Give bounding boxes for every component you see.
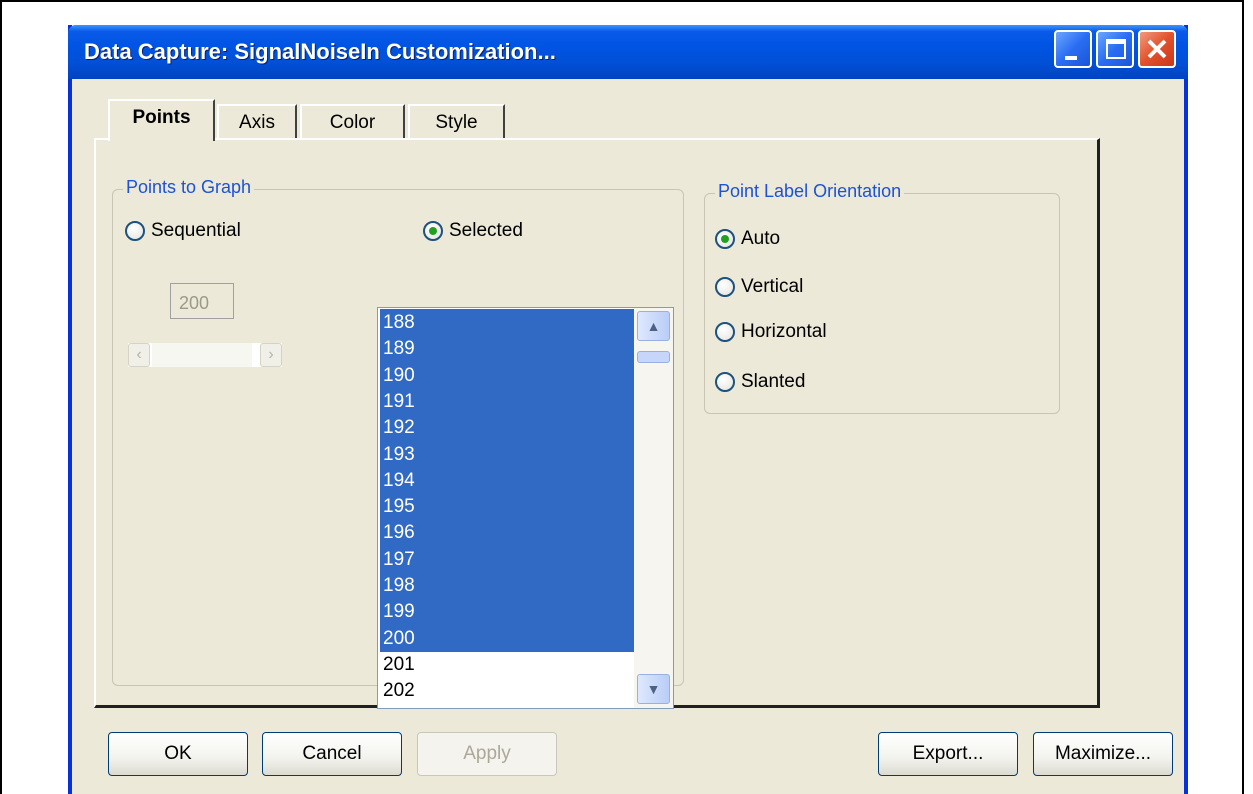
scroll-right-icon[interactable]: › — [260, 343, 282, 367]
list-item[interactable]: 195 — [380, 493, 634, 521]
orientation-horizontal-label: Horizontal — [741, 321, 827, 342]
orientation-auto-radio[interactable]: Auto — [715, 228, 780, 250]
list-item[interactable]: 192 — [380, 414, 634, 442]
points-tab-panel: Points to Graph Sequential Selected ‹ › … — [94, 138, 1100, 709]
list-item[interactable]: 189 — [380, 335, 634, 363]
scroll-thumb[interactable] — [152, 343, 252, 367]
list-item[interactable]: 198 — [380, 572, 634, 599]
point-label-orientation-label: Point Label Orientation — [715, 181, 905, 202]
scroll-down-icon[interactable]: ▼ — [637, 674, 670, 704]
ok-button[interactable]: OK — [108, 732, 248, 776]
points-to-graph-label: Points to Graph — [123, 177, 255, 198]
list-item[interactable]: 197 — [380, 545, 634, 573]
point-count-input[interactable] — [170, 283, 234, 319]
selected-radio[interactable]: Selected — [423, 220, 523, 242]
tab-style[interactable]: Style — [408, 104, 505, 140]
radio-unchecked-icon — [715, 277, 735, 297]
orientation-vertical-radio[interactable]: Vertical — [715, 276, 803, 298]
list-item[interactable]: 191 — [380, 387, 634, 415]
radio-checked-icon — [715, 229, 735, 249]
point-label-orientation-group: Point Label Orientation Auto Vertical Ho… — [704, 181, 1060, 414]
close-icon — [1147, 39, 1167, 59]
maximize-icon — [1106, 39, 1126, 59]
list-item[interactable]: 199 — [380, 598, 634, 626]
tab-color[interactable]: Color — [300, 104, 405, 140]
scroll-left-icon[interactable]: ‹ — [128, 343, 150, 367]
maximize-dialog-button[interactable]: Maximize... — [1033, 732, 1173, 776]
points-listbox[interactable]: 188 189 190 191 192 193 194 195 196 197 198 199 200 2… — [377, 307, 674, 709]
list-item[interactable]: 202 — [380, 677, 634, 704]
list-item[interactable]: 196 — [380, 519, 634, 547]
list-item[interactable]: 193 — [380, 440, 634, 468]
points-to-graph-group: Points to Graph Sequential Selected ‹ › … — [112, 177, 684, 709]
radio-unchecked-icon — [715, 372, 735, 392]
export-button[interactable]: Export... — [878, 732, 1018, 776]
title-bar[interactable]: Data Capture: SignalNoiseIn Customizatio… — [68, 25, 1188, 79]
orientation-slanted-radio[interactable]: Slanted — [715, 371, 805, 393]
list-item[interactable]: 194 — [380, 466, 634, 494]
list-item[interactable]: 188 — [380, 309, 634, 336]
list-item[interactable]: 201 — [380, 651, 634, 678]
minimize-icon — [1065, 56, 1077, 60]
orientation-slanted-label: Slanted — [741, 371, 806, 392]
list-item[interactable]: 200 — [380, 624, 634, 652]
orientation-auto-label: Auto — [741, 228, 781, 249]
radio-unchecked-icon — [125, 221, 145, 241]
apply-button[interactable]: Apply — [417, 732, 557, 776]
customization-dialog: Data Capture: SignalNoiseIn Customizatio… — [68, 25, 1188, 794]
orientation-horizontal-radio[interactable]: Horizontal — [715, 321, 827, 343]
selected-label: Selected — [449, 220, 523, 241]
radio-unchecked-icon — [715, 322, 735, 342]
orientation-vertical-label: Vertical — [741, 276, 804, 297]
list-vertical-scrollbar[interactable]: ▲ ▼ — [634, 308, 673, 708]
count-scrollbar[interactable]: ‹ › — [128, 343, 282, 367]
sequential-label: Sequential — [151, 220, 241, 241]
scroll-thumb[interactable] — [637, 351, 670, 363]
cancel-button[interactable]: Cancel — [262, 732, 402, 776]
tab-axis[interactable]: Axis — [217, 104, 297, 140]
close-button[interactable] — [1138, 30, 1176, 68]
window-title: Data Capture: SignalNoiseIn Customizatio… — [84, 39, 556, 64]
tab-points[interactable]: Points — [108, 99, 215, 141]
list-item[interactable]: 190 — [380, 361, 634, 389]
maximize-window-button[interactable] — [1096, 30, 1134, 68]
sequential-radio[interactable]: Sequential — [125, 220, 241, 242]
radio-checked-icon — [423, 221, 443, 241]
scroll-up-icon[interactable]: ▲ — [637, 311, 670, 341]
minimize-button[interactable] — [1054, 30, 1092, 68]
